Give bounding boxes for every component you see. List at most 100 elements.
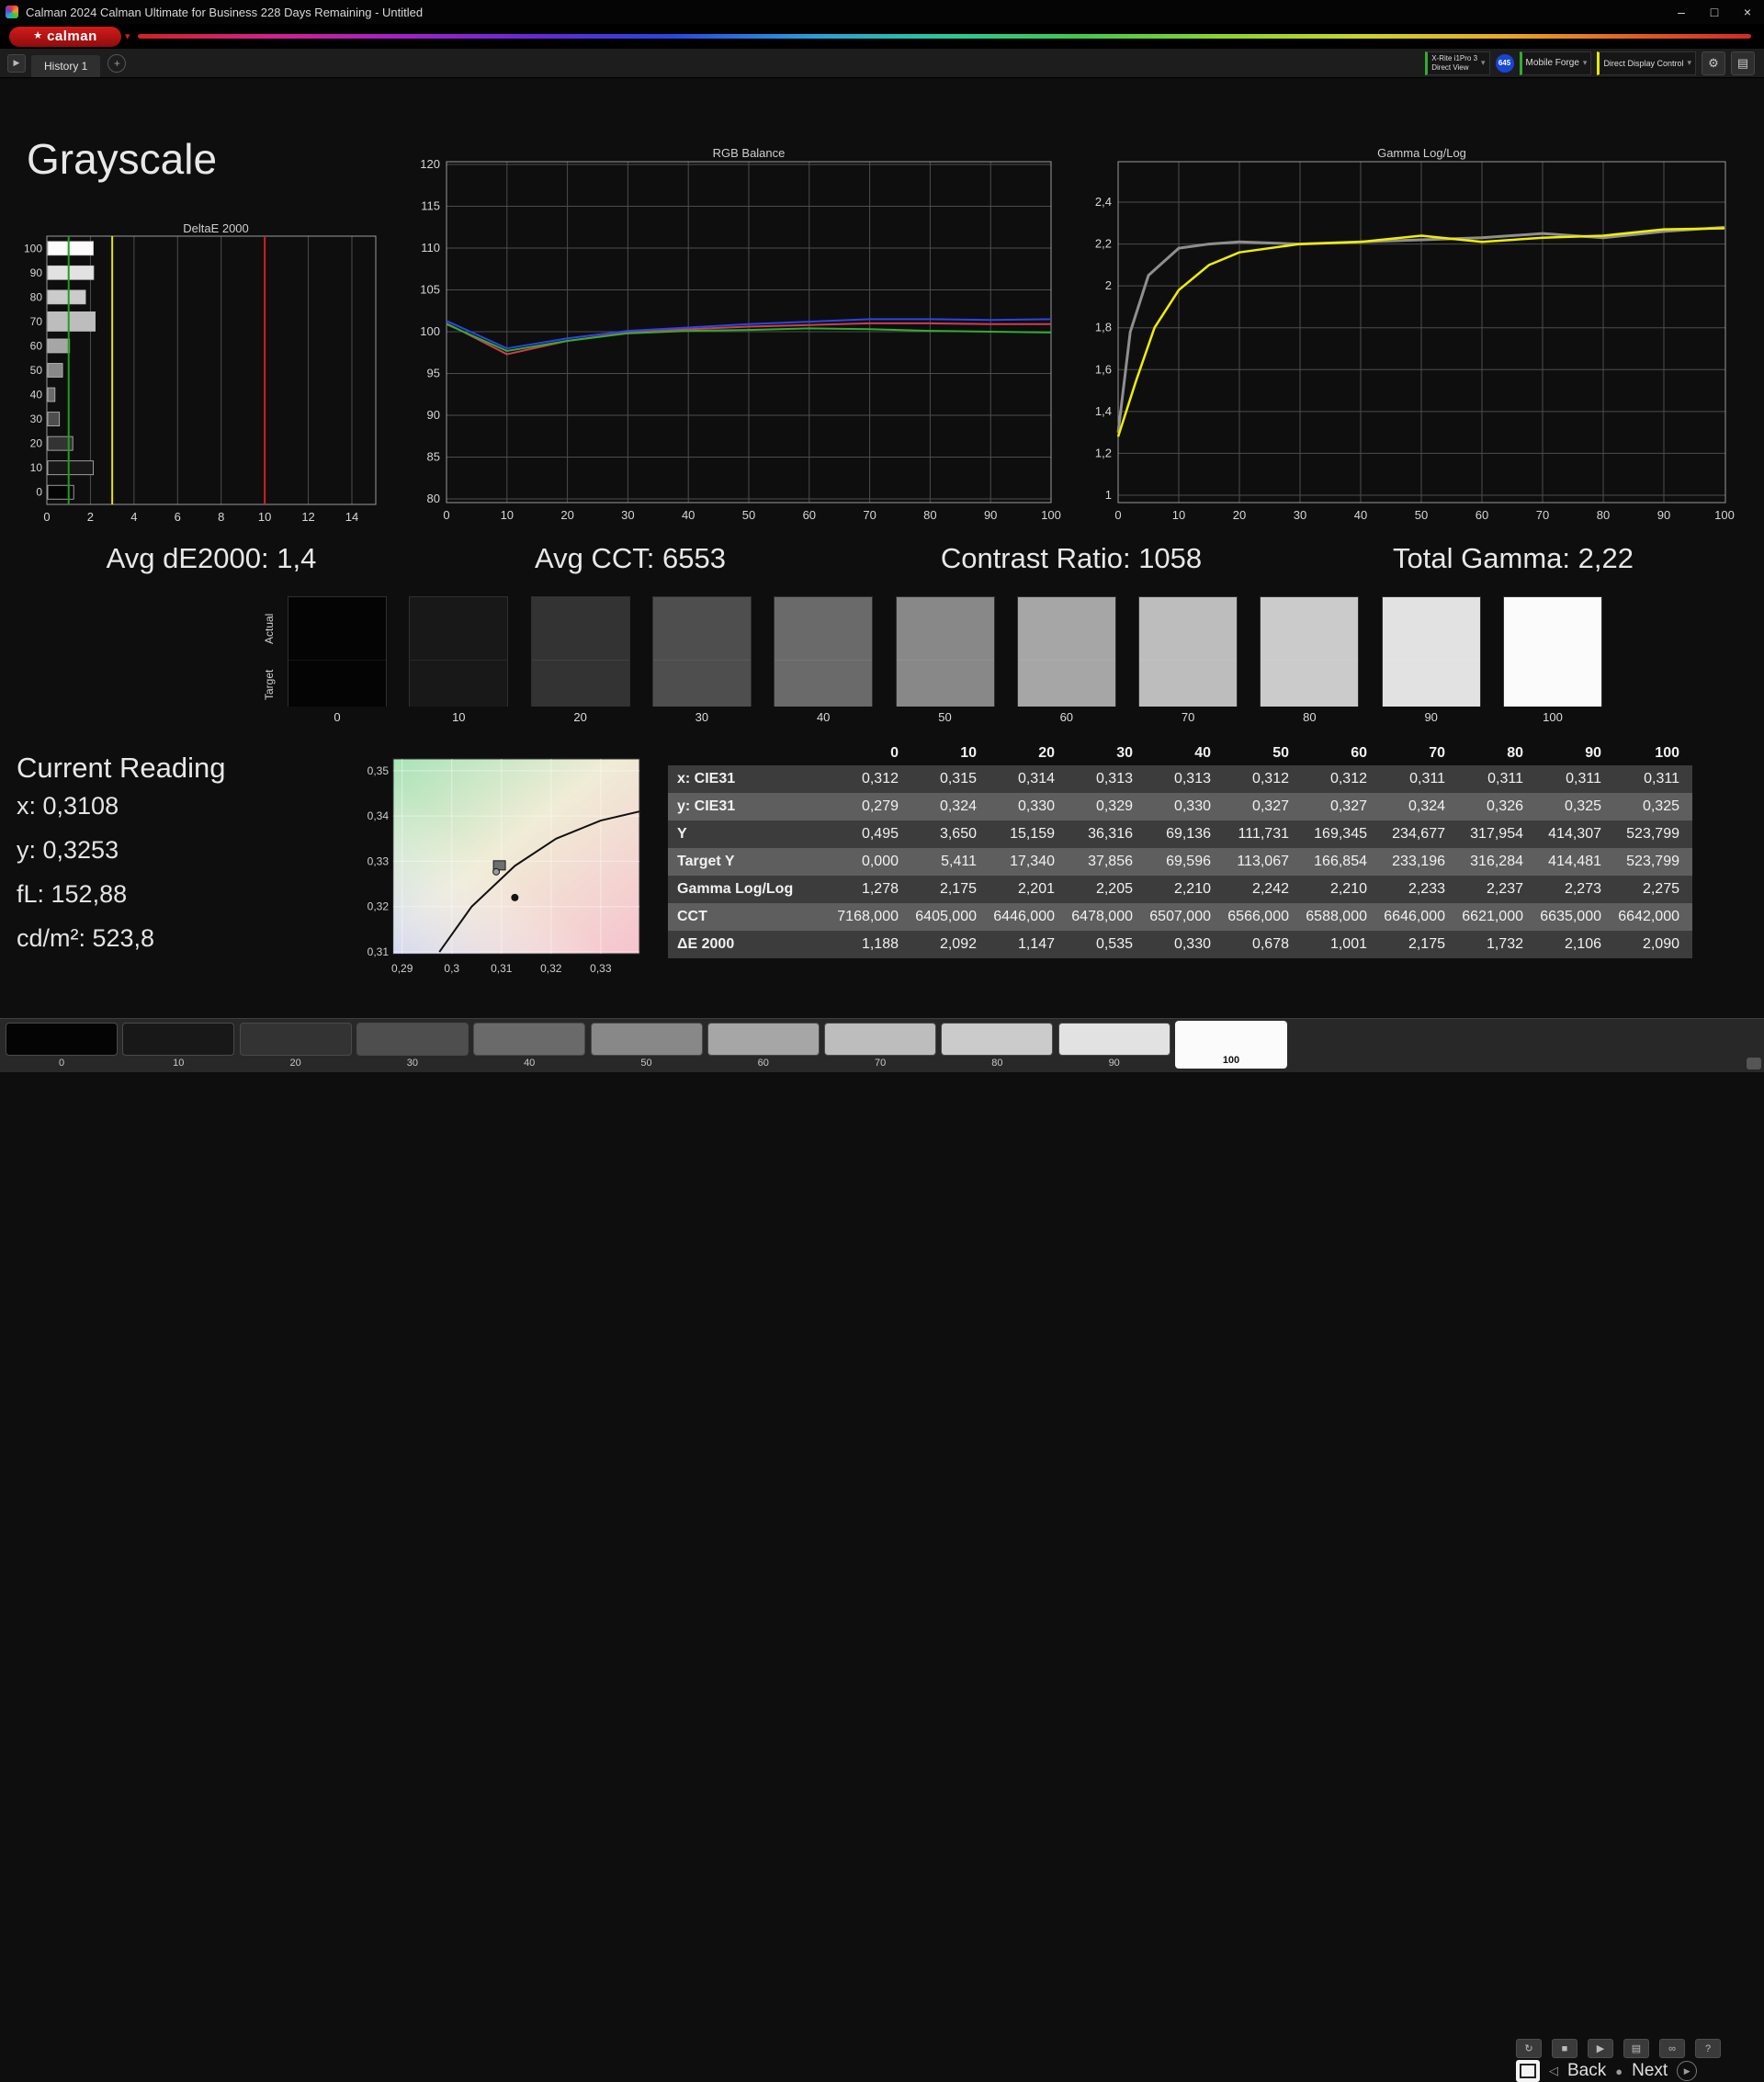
table-column-header: 20 [1038, 744, 1055, 761]
svg-text:1: 1 [1105, 488, 1112, 502]
table-column-header: 0 [890, 744, 899, 761]
table-cell: 2,205 [1068, 876, 1146, 903]
play-circle-icon[interactable]: ▶ [1677, 2061, 1698, 2081]
avg-de2000-stat: Avg dE2000: 1,4 [106, 542, 317, 574]
svg-text:90: 90 [30, 266, 43, 279]
layout-panels-button[interactable]: ▤ [1731, 51, 1755, 75]
svg-text:90: 90 [1657, 508, 1670, 522]
pattern-level-label: 0 [58, 1058, 65, 1069]
svg-text:50: 50 [742, 508, 755, 522]
help-icon[interactable]: ? [1695, 2039, 1721, 2058]
repeat-icon[interactable]: ↻ [1516, 2039, 1542, 2058]
history-prev-button[interactable]: ▶ [7, 53, 26, 73]
patch-level-label: 90 [1424, 710, 1438, 724]
svg-text:12: 12 [301, 510, 314, 524]
pattern-level-button-20[interactable]: 20 [239, 1019, 352, 1072]
table-cell: 0,330 [1146, 793, 1224, 820]
svg-text:70: 70 [1536, 508, 1549, 522]
svg-text:0: 0 [36, 486, 42, 499]
patch-actual [410, 597, 508, 660]
pattern-level-button-40[interactable]: 40 [473, 1019, 586, 1072]
pattern-level-button-90[interactable]: 90 [1057, 1019, 1170, 1072]
chat-bubble-icon[interactable] [1747, 1058, 1761, 1069]
loop-icon[interactable]: ∞ [1659, 2039, 1685, 2058]
pattern-level-button-60[interactable]: 60 [707, 1019, 820, 1072]
pattern-level-button-30[interactable]: 30 [356, 1019, 469, 1072]
table-cell: 17,340 [989, 848, 1068, 876]
patch-actual [1261, 597, 1359, 660]
rainbow-divider [137, 34, 1751, 39]
patch-level-label: 70 [1181, 710, 1195, 724]
table-cell: 0,311 [1536, 765, 1614, 793]
table-cell: 0,535 [1068, 931, 1146, 958]
table-cell: 317,954 [1458, 820, 1536, 848]
pattern-source-dropdown[interactable]: Mobile Forge ▾ [1519, 51, 1592, 75]
meter-device-dropdown[interactable]: X-Rite i1Pro 3 Direct View ▾ [1425, 51, 1490, 75]
svg-text:105: 105 [420, 283, 440, 297]
table-cell: 6635,000 [1536, 903, 1614, 931]
current-patch-button[interactable] [1516, 2060, 1540, 2082]
horn-icon[interactable]: ◁ [1549, 2064, 1558, 2078]
svg-text:20: 20 [30, 437, 43, 450]
table-cell: 1,278 [833, 876, 911, 903]
stop-icon[interactable]: ■ [1552, 2039, 1577, 2058]
svg-text:70: 70 [30, 315, 43, 328]
pattern-level-button-80[interactable]: 80 [941, 1019, 1054, 1072]
svg-text:80: 80 [1597, 508, 1610, 522]
total-gamma-stat: Total Gamma: 2,22 [1393, 542, 1634, 574]
pattern-level-button-10[interactable]: 10 [122, 1019, 235, 1072]
patch-actual [531, 597, 629, 660]
play-icon[interactable]: ▶ [1588, 2039, 1613, 2058]
patch-level-label: 80 [1303, 710, 1317, 724]
maximize-button[interactable]: □ [1698, 0, 1731, 24]
nav-controls: ◁ Back ● Next ▶ [1516, 2060, 1698, 2082]
minimize-button[interactable]: – [1665, 0, 1698, 24]
record-icon[interactable]: ● [1615, 2065, 1623, 2078]
svg-text:0: 0 [443, 508, 449, 522]
patch-level-label: 0 [334, 710, 341, 724]
settings-gear-button[interactable]: ⚙ [1702, 51, 1725, 75]
next-button[interactable]: Next [1632, 2061, 1668, 2081]
add-tab-button[interactable]: + [107, 53, 127, 73]
svg-text:70: 70 [863, 508, 876, 522]
table-cell: 234,677 [1380, 820, 1458, 848]
table-cell: 2,273 [1536, 876, 1614, 903]
patch-target [531, 660, 629, 707]
pattern-level-button-0[interactable]: 0 [6, 1019, 118, 1072]
back-button[interactable]: Back [1567, 2061, 1606, 2081]
table-cell: 2,275 [1614, 876, 1692, 903]
svg-text:20: 20 [1233, 508, 1246, 522]
tab-history-1[interactable]: History 1 [31, 55, 101, 77]
table-cell: 0,313 [1146, 765, 1224, 793]
table-cell: 36,316 [1068, 820, 1146, 848]
display-control-dropdown[interactable]: Direct Display Control ▾ [1597, 51, 1696, 75]
svg-text:20: 20 [560, 508, 573, 522]
svg-text:0,31: 0,31 [491, 962, 513, 975]
svg-text:0,32: 0,32 [540, 962, 562, 975]
grayscale-patch-20 [530, 596, 630, 707]
svg-text:4: 4 [130, 510, 137, 524]
table-cell: 2,210 [1146, 876, 1224, 903]
pattern-level-button-100[interactable]: 100 [1175, 1019, 1287, 1072]
close-button[interactable]: × [1731, 0, 1764, 24]
table-cell: 2,237 [1458, 876, 1536, 903]
table-cell: 0,324 [911, 793, 989, 820]
save-icon[interactable]: ▤ [1623, 2039, 1649, 2058]
svg-text:80: 80 [923, 508, 936, 522]
logo-menu-arrow-icon[interactable]: ▾ [125, 30, 130, 42]
table-row: y: CIE31 0,279 0,324 0,330 0,329 0,330 0,327 0,… [668, 793, 1692, 820]
pattern-level-button-50[interactable]: 50 [590, 1019, 703, 1072]
transport-controls: ↻ ■ ▶ ▤ ∞? [1516, 2039, 1721, 2058]
patch-actual [1504, 597, 1601, 660]
calman-logo: ★ calman [9, 26, 121, 47]
pattern-level-button-70[interactable]: 70 [824, 1019, 937, 1072]
table-cell: 0,495 [833, 820, 911, 848]
table-cell: 6566,000 [1224, 903, 1302, 931]
pattern-level-label: 60 [757, 1058, 769, 1069]
svg-text:8: 8 [218, 510, 224, 524]
table-column-header: 70 [1429, 744, 1445, 761]
meter-device-line2: Direct View [1431, 62, 1469, 72]
svg-text:14: 14 [345, 510, 358, 524]
table-cell: 166,854 [1302, 848, 1380, 876]
svg-text:115: 115 [421, 199, 440, 213]
